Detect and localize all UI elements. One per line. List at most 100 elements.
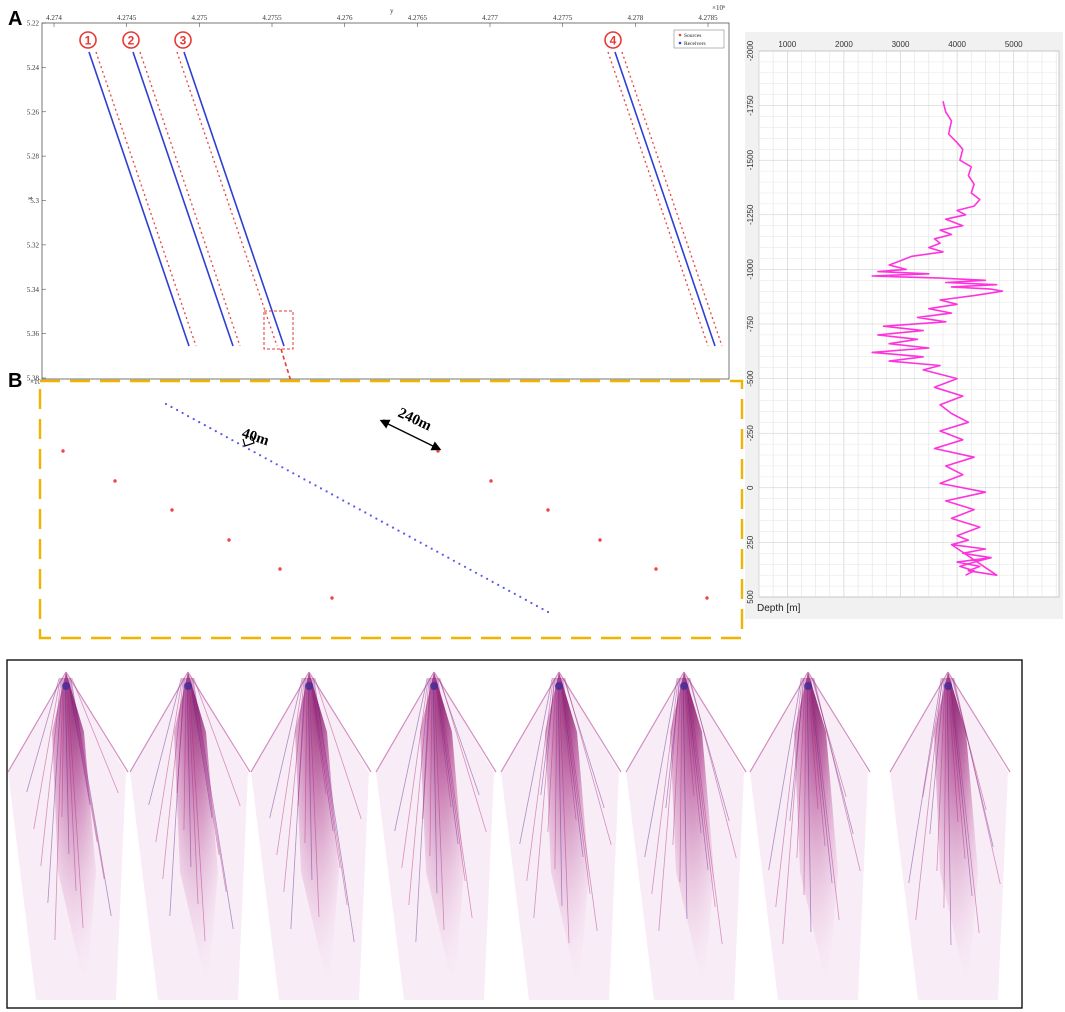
receiver-point bbox=[303, 478, 306, 481]
map-y-tick-label: 5.36 bbox=[27, 330, 40, 338]
velocity-x-tick-label: 4000 bbox=[948, 40, 966, 49]
receiver-point bbox=[463, 565, 467, 568]
source-point bbox=[436, 449, 440, 453]
source-point bbox=[61, 449, 65, 453]
velocity-y-tick-label: -1500 bbox=[746, 149, 755, 170]
velocity-y-tick-label: -250 bbox=[746, 425, 755, 442]
receiver-point bbox=[419, 541, 422, 544]
receiver-point bbox=[192, 418, 195, 421]
map-x-tick-label: 4.2785 bbox=[698, 14, 718, 22]
map-x-exponent: ×10⁶ bbox=[712, 4, 726, 12]
line-label-2: 2 bbox=[122, 31, 140, 49]
receiver-point bbox=[358, 508, 361, 511]
receiver-point bbox=[353, 505, 356, 508]
receiver-point bbox=[281, 466, 284, 469]
receiver-point bbox=[331, 493, 334, 496]
source-point bbox=[330, 596, 334, 600]
velocity-x-tick-label: 2000 bbox=[835, 40, 853, 49]
receiver-point bbox=[203, 424, 206, 427]
legend-source-marker bbox=[678, 33, 682, 37]
velocity-y-tick-label: -1250 bbox=[746, 204, 755, 225]
receiver-point bbox=[513, 592, 516, 596]
detail-frame bbox=[38, 379, 744, 640]
source-point bbox=[598, 538, 602, 542]
source-point bbox=[705, 596, 709, 600]
map-x-tick-label: 4.2755 bbox=[262, 14, 282, 22]
receiver-point bbox=[347, 502, 350, 505]
receiver-point bbox=[491, 580, 494, 584]
velocity-x-tick-label: 5000 bbox=[1005, 40, 1023, 49]
map-x-tick-label: 4.275 bbox=[191, 14, 207, 22]
receiver-point bbox=[403, 532, 406, 535]
source-point bbox=[278, 567, 282, 571]
velocity-y-tick-label: -1000 bbox=[746, 259, 755, 280]
receiver-point bbox=[469, 568, 472, 571]
velocity-y-tick-label: 0 bbox=[746, 485, 755, 490]
legend-receivers-label: Receivers bbox=[684, 41, 706, 47]
map-x-tick-label: 4.2775 bbox=[553, 14, 573, 22]
map-x-tick-label: 4.274 bbox=[46, 14, 62, 22]
source-point bbox=[546, 508, 550, 512]
survey-map-panel: y ×10⁶ x ×10⁶ 4.274 4.2745 4.275 4.2755 4.27… bbox=[26, 4, 730, 424]
receiver-point bbox=[209, 427, 212, 430]
velocity-y-tick-label: -500 bbox=[746, 370, 755, 387]
map-x-tick-label: 4.277 bbox=[482, 14, 498, 22]
receiver-point bbox=[380, 520, 383, 523]
receiver-point bbox=[486, 577, 489, 580]
receiver-point bbox=[297, 475, 300, 478]
receiver-point bbox=[225, 436, 228, 439]
receiver-point bbox=[247, 448, 251, 451]
map-y-tick-label: 5.26 bbox=[27, 108, 40, 116]
receiver-point bbox=[253, 451, 256, 454]
receiver-point bbox=[292, 472, 295, 475]
figure-canvas: y ×10⁶ x ×10⁶ 4.274 4.2745 4.275 4.2755 4.27… bbox=[6, 4, 1063, 1009]
receiver-point bbox=[458, 562, 461, 565]
map-x-tick-label: 4.2765 bbox=[408, 14, 428, 22]
zoom-detail-panel: 40m 240m bbox=[38, 379, 744, 640]
receiver-point bbox=[214, 430, 217, 433]
receiver-point bbox=[308, 481, 311, 484]
map-legend: Sources Receivers bbox=[673, 29, 725, 49]
receiver-point bbox=[414, 538, 417, 541]
velocity-ylabel: Depth [m] bbox=[757, 603, 801, 614]
receiver-point bbox=[264, 457, 267, 460]
legend-receiver-marker bbox=[678, 41, 682, 45]
receiver-point bbox=[231, 439, 234, 442]
source-point bbox=[489, 479, 493, 483]
receiver-point bbox=[187, 415, 190, 418]
receiver-point bbox=[425, 544, 428, 547]
velocity-x-tick-label: 1000 bbox=[778, 40, 796, 49]
svg-text:3: 3 bbox=[180, 34, 187, 48]
receiver-point bbox=[535, 604, 539, 608]
receiver-point bbox=[524, 598, 528, 602]
line-label-3: 3 bbox=[174, 31, 192, 49]
receiver-point bbox=[474, 571, 478, 574]
svg-text:4: 4 bbox=[610, 34, 617, 48]
receiver-point bbox=[286, 469, 289, 472]
line-label-1: 1 bbox=[79, 31, 97, 49]
map-y-tick-label: 5.24 bbox=[27, 64, 40, 72]
legend-sources-label: Sources bbox=[684, 33, 701, 39]
receiver-point bbox=[397, 529, 400, 532]
receiver-point bbox=[408, 535, 411, 538]
receiver-point bbox=[170, 405, 173, 409]
receiver-point bbox=[236, 442, 240, 445]
receiver-point bbox=[270, 460, 273, 463]
receiver-point bbox=[164, 402, 168, 406]
line-label-4: 4 bbox=[604, 31, 622, 49]
map-y-tick-label: 5.22 bbox=[27, 20, 40, 28]
receiver-point bbox=[502, 586, 505, 590]
receiver-point bbox=[259, 454, 262, 457]
receiver-point bbox=[198, 421, 201, 424]
receiver-point bbox=[275, 463, 278, 466]
velocity-y-tick-label: -2000 bbox=[746, 40, 755, 61]
receiver-point bbox=[441, 553, 444, 556]
receiver-point bbox=[480, 574, 483, 577]
receiver-point bbox=[530, 601, 533, 605]
map-x-axis-label: y bbox=[390, 7, 394, 15]
receiver-point bbox=[364, 511, 367, 514]
receiver-point bbox=[342, 499, 345, 502]
velocity-x-tick-label: 3000 bbox=[892, 40, 910, 49]
map-x-tick-label: 4.276 bbox=[337, 14, 353, 22]
receiver-point bbox=[386, 523, 389, 526]
